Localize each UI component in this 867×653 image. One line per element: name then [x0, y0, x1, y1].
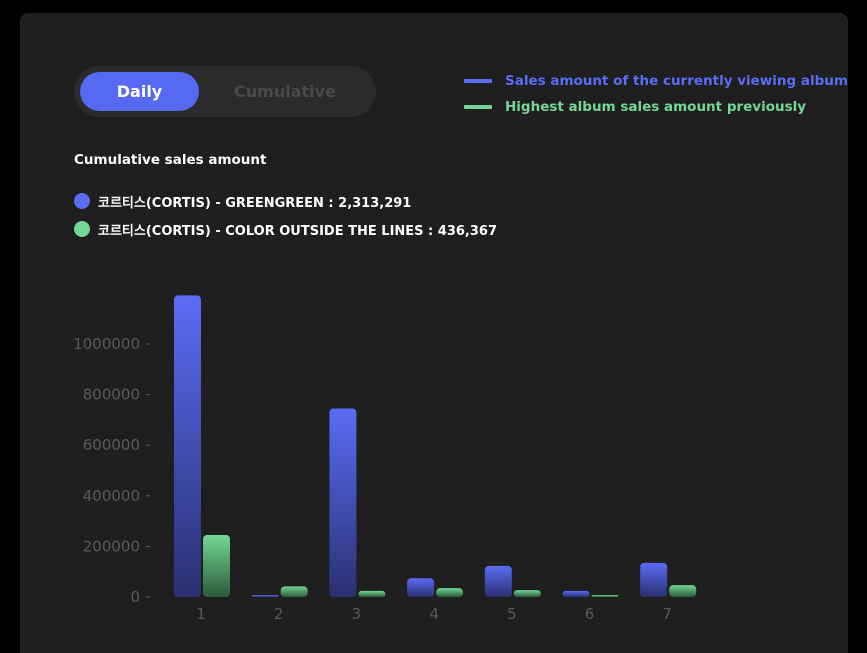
y-tick-label: 400000 [83, 487, 140, 505]
x-tick-label: 4 [429, 605, 439, 623]
bar-current[interactable] [484, 565, 512, 597]
y-tick-label: 800000 [83, 386, 140, 404]
bar-current[interactable] [640, 562, 668, 597]
bar-current[interactable] [251, 595, 279, 597]
bar-chart: 0 200000 400000 600000 800000 1000000 1 2 3 4 5 6 7 [73, 295, 697, 623]
x-tick-label: 6 [585, 605, 595, 623]
bar-previous[interactable] [436, 588, 464, 597]
bar-previous[interactable] [669, 585, 697, 597]
x-tick-label: 1 [196, 605, 206, 623]
bar-current[interactable] [329, 408, 357, 597]
x-tick-label: 3 [352, 605, 362, 623]
y-tick-label: 0 [130, 588, 140, 606]
y-tick-label: 200000 [83, 537, 140, 555]
x-tick-label: 2 [274, 605, 284, 623]
bar-previous[interactable] [358, 590, 386, 597]
bar-previous[interactable] [203, 535, 230, 597]
bar-previous[interactable] [280, 586, 308, 597]
bar-previous[interactable] [513, 590, 541, 597]
bar-current[interactable] [562, 590, 590, 597]
y-tick-label: 1000000 [73, 335, 140, 353]
bar-previous[interactable] [591, 595, 619, 597]
x-tick-label: 5 [507, 605, 517, 623]
y-tick-label: 600000 [83, 436, 140, 454]
bar-current[interactable] [407, 578, 435, 597]
x-tick-label: 7 [662, 605, 672, 623]
bar-current[interactable] [174, 295, 201, 597]
